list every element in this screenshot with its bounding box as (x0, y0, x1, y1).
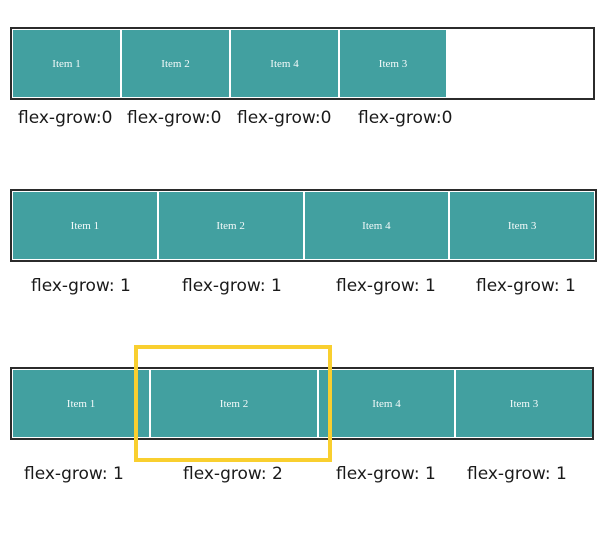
row1-label-4: flex-grow:0 (358, 108, 453, 128)
flex-item-2: Item 2 (158, 192, 303, 259)
flex-item-4: Item 4 (319, 370, 454, 437)
row3-label-1: flex-grow: 1 (24, 464, 124, 484)
row2-label-3: flex-grow: 1 (336, 276, 436, 296)
flex-item-1: Item 1 (13, 30, 120, 97)
row3-label-2: flex-grow: 2 (183, 464, 283, 484)
row1-label-2: flex-grow:0 (127, 108, 222, 128)
row2-label-2: flex-grow: 1 (182, 276, 282, 296)
row3-label-4: flex-grow: 1 (467, 464, 567, 484)
flex-container-grow-mixed: Item 1 Item 2 Item 4 Item 3 (10, 367, 594, 440)
flex-item-3: Item 3 (340, 30, 446, 97)
flex-item-3: Item 3 (450, 192, 594, 259)
flex-item-1: Item 1 (13, 370, 149, 437)
flex-item-4: Item 4 (231, 30, 338, 97)
row2-label-1: flex-grow: 1 (31, 276, 131, 296)
flex-item-2: Item 2 (151, 370, 317, 437)
row2-label-4: flex-grow: 1 (476, 276, 576, 296)
flex-item-2: Item 2 (122, 30, 229, 97)
flex-container-grow-0: Item 1 Item 2 Item 4 Item 3 (10, 27, 595, 100)
flex-item-4: Item 4 (304, 192, 449, 259)
row1-label-1: flex-grow:0 (18, 108, 113, 128)
row1-label-3: flex-grow:0 (237, 108, 332, 128)
flex-item-3: Item 3 (456, 370, 592, 437)
row3-label-3: flex-grow: 1 (336, 464, 436, 484)
flex-item-1: Item 1 (13, 192, 157, 259)
flex-container-grow-1: Item 1 Item 2 Item 4 Item 3 (10, 189, 597, 262)
